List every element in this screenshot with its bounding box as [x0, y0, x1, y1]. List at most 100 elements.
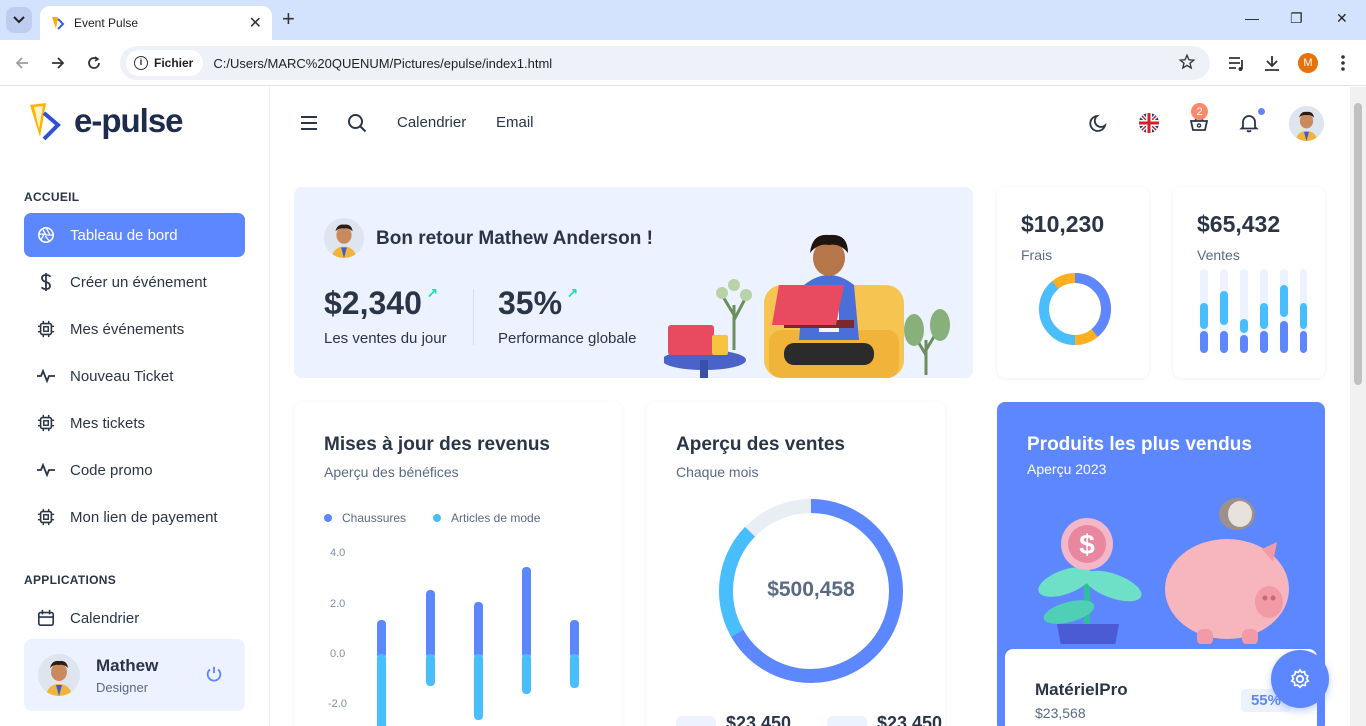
menu-toggle-button[interactable]	[297, 111, 321, 135]
forward-button[interactable]	[47, 52, 69, 74]
revenue-title: Mises à jour des revenus	[324, 434, 550, 455]
daily-sales-block: $2,340 ↗ Les ventes du jour	[324, 285, 447, 347]
arrow-left-icon	[15, 57, 28, 69]
language-selector[interactable]	[1137, 111, 1161, 135]
header-avatar[interactable]	[1289, 106, 1324, 141]
header-link-calendar[interactable]: Calendrier	[397, 114, 466, 131]
notifications-button[interactable]	[1237, 111, 1261, 135]
sidebar-item-label: Tableau de bord	[70, 226, 178, 244]
sidebar-item-payment-link[interactable]: Mon lien de payement	[24, 495, 245, 539]
scrollbar-thumb[interactable]	[1354, 103, 1362, 385]
sidebar-item-my-events[interactable]: Mes événements	[24, 307, 245, 351]
top-header: Calendrier Email	[270, 87, 1350, 159]
savings-illustration: $	[1038, 498, 1289, 644]
bar-shoes	[426, 590, 435, 658]
omnibox[interactable]: i Fichier C:/Users/MARC%20QUENUM/Picture…	[120, 46, 1210, 80]
notification-dot	[1258, 108, 1265, 115]
sidebar-item-promo-code[interactable]: Code promo	[24, 448, 245, 492]
sidebar-item-label: Mon lien de payement	[70, 508, 218, 526]
performance-value: 35%	[498, 285, 563, 321]
tab-search-button[interactable]	[6, 7, 32, 33]
sales-overview-subtitle: Chaque mois	[676, 464, 759, 480]
top-products-subtitle: Aperçu 2023	[1027, 461, 1107, 477]
bookmark-star-icon[interactable]	[1178, 53, 1196, 71]
header-link-email[interactable]: Email	[496, 114, 534, 131]
bar-fashion	[474, 654, 483, 720]
downloads-button[interactable]	[1261, 52, 1283, 74]
daily-sales-label: Les ventes du jour	[324, 330, 447, 347]
calendar-icon	[36, 608, 56, 628]
sidebar-item-label: Code promo	[70, 461, 153, 479]
bar-shoes	[377, 620, 386, 658]
page-scrollbar[interactable]	[1350, 87, 1366, 726]
sidebar-item-dashboard[interactable]: Tableau de bord	[24, 213, 245, 257]
reading-list-button[interactable]	[1226, 52, 1248, 74]
welcome-greeting: Bon retour Mathew Anderson !	[376, 228, 653, 249]
power-icon	[206, 666, 222, 682]
user-profile-card: Mathew Designer	[24, 639, 245, 711]
site-info-chip[interactable]: i Fichier	[126, 50, 204, 76]
bar-group	[1200, 269, 1307, 353]
e-pulse-logo-icon	[30, 103, 61, 141]
user-avatar-icon	[38, 654, 80, 696]
info-icon: i	[134, 56, 148, 70]
sales-label: Ventes	[1197, 247, 1240, 263]
fees-donut-chart	[1039, 273, 1111, 345]
cart-count-badge: 2	[1191, 103, 1208, 120]
aperture-icon	[36, 225, 56, 245]
hamburger-icon	[301, 116, 317, 130]
product-price: $23,568	[1035, 705, 1086, 721]
sidebar: e-pulse ACCUEIL Tableau de bord Créer un…	[0, 87, 270, 726]
browser-menu-button[interactable]	[1332, 52, 1354, 74]
top-products-title: Produits les plus vendus	[1027, 434, 1252, 455]
sidebar-item-my-tickets[interactable]: Mes tickets	[24, 401, 245, 445]
settings-fab[interactable]	[1271, 650, 1329, 708]
playlist-icon	[1229, 57, 1243, 71]
trend-up-icon: ↗	[426, 285, 439, 301]
legend-swatch	[324, 514, 332, 522]
bar-fashion	[570, 654, 579, 688]
back-button[interactable]	[11, 52, 33, 74]
bell-icon	[1239, 115, 1259, 133]
revenue-subtitle: Aperçu des bénéfices	[324, 464, 459, 480]
brand-logo[interactable]: e-pulse	[28, 101, 184, 141]
moon-icon	[1089, 114, 1107, 132]
sidebar-item-create-event[interactable]: Créer un événement	[24, 260, 245, 304]
legend-item-fashion[interactable]: Articles de mode	[433, 511, 540, 525]
new-tab-button[interactable]: +	[282, 8, 295, 30]
bar-fashion	[522, 654, 531, 694]
minimize-button[interactable]: —	[1245, 10, 1259, 26]
avatar[interactable]	[38, 654, 80, 696]
reload-button[interactable]	[83, 52, 105, 74]
reload-icon	[88, 56, 100, 69]
y-tick: 4.0	[330, 547, 346, 559]
browser-tab[interactable]: Event Pulse ✕	[40, 6, 272, 40]
bar-shoes	[570, 620, 579, 658]
restore-button[interactable]: ❐	[1290, 10, 1303, 27]
fees-card: $10,230 Frais	[997, 187, 1149, 378]
legend-item-shoes[interactable]: Chaussures	[324, 511, 406, 525]
sidebar-item-calendar[interactable]: Calendrier	[24, 596, 245, 640]
close-tab-icon[interactable]: ✕	[249, 13, 262, 33]
user-avatar-icon	[324, 218, 364, 258]
gear-icon	[1290, 668, 1310, 689]
profile-button[interactable]: M	[1297, 52, 1319, 74]
y-tick: -2.0	[328, 698, 347, 710]
bar-shoes	[522, 567, 531, 658]
product-item-card[interactable]: MatérielPro $23,568 55%	[1005, 649, 1317, 726]
nav-section-home: ACCUEIL	[24, 190, 80, 204]
arrow-right-icon	[52, 57, 65, 69]
close-window-button[interactable]: ✕	[1336, 10, 1348, 27]
legend-label: Articles de mode	[451, 511, 541, 525]
url-text[interactable]: C:/Users/MARC%20QUENUM/Pictures/epulse/i…	[213, 56, 552, 71]
browser-tabbar: Event Pulse ✕ + — ❐ ✕	[0, 0, 1366, 40]
revenue-bar-chart	[377, 567, 579, 726]
chip-label: Fichier	[154, 56, 194, 70]
search-button[interactable]	[345, 111, 369, 135]
dark-mode-toggle[interactable]	[1087, 111, 1111, 135]
logout-button[interactable]	[205, 665, 223, 688]
sidebar-item-new-ticket[interactable]: Nouveau Ticket	[24, 354, 245, 398]
download-icon	[1265, 56, 1279, 71]
sales-stat-value: $23,450	[726, 713, 792, 726]
performance-block: 35% ↗ Performance globale	[498, 285, 636, 347]
